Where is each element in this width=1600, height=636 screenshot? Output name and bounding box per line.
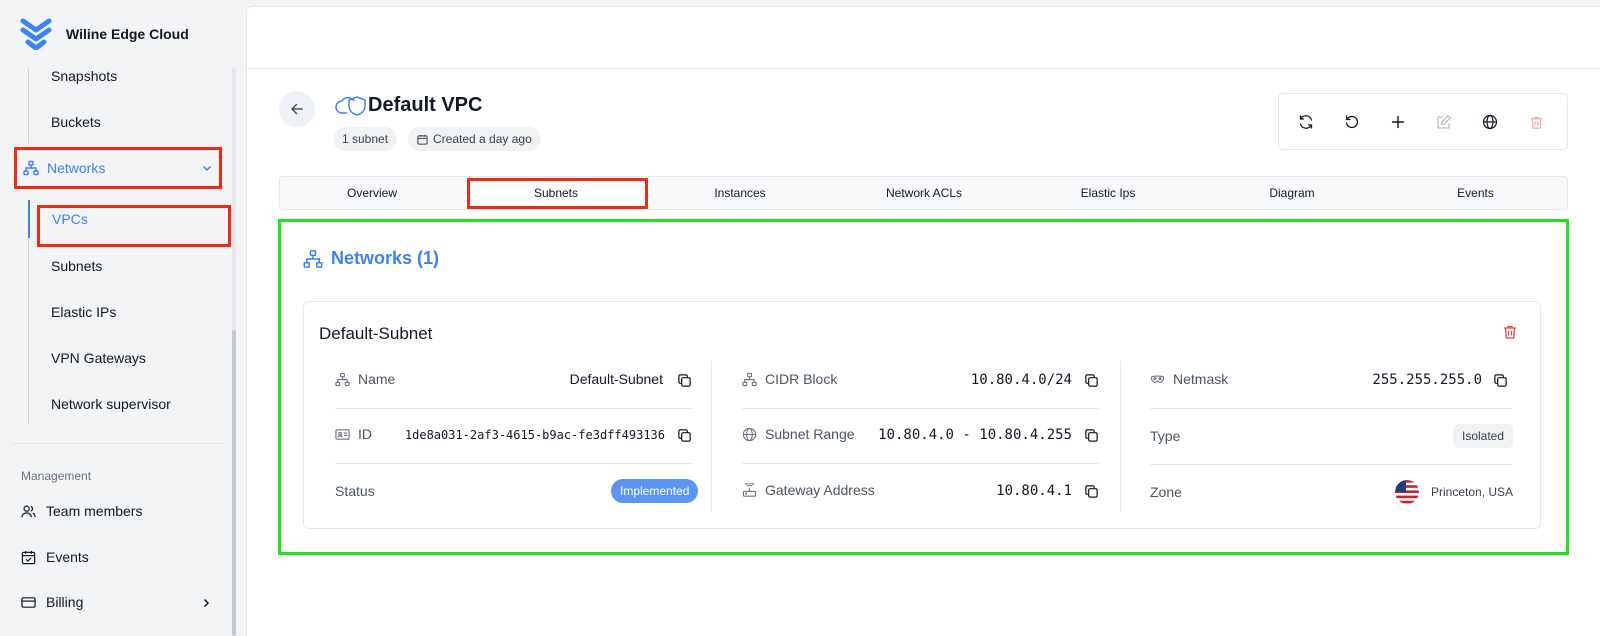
refresh-icon <box>1299 115 1313 129</box>
sidebar-item-subnets[interactable]: Subnets <box>51 258 102 274</box>
app-name: Wiline Edge Cloud <box>66 26 189 42</box>
action-toolbar <box>1278 93 1568 150</box>
page-title-wrap: Default VPC <box>334 93 482 117</box>
sidebar-item-label: Team members <box>46 503 143 519</box>
trash-icon <box>1530 116 1542 129</box>
refresh-button[interactable] <box>1296 112 1316 132</box>
highlight-networks <box>14 147 222 189</box>
nav-tree-line <box>28 68 29 143</box>
page-title: Default VPC <box>368 93 483 116</box>
sidebar-item-vpn-gateways[interactable]: VPN Gateways <box>51 350 146 366</box>
sidebar-item-team-members[interactable]: Team members <box>21 503 142 519</box>
highlight-subnets-tab <box>467 178 648 209</box>
sidebar-item-billing[interactable]: Billing <box>21 594 83 610</box>
sidebar-item-snapshots[interactable]: Snapshots <box>51 68 117 84</box>
plus-icon <box>1391 115 1405 129</box>
sidebar-item-label: Billing <box>46 594 84 610</box>
created-chip: Created a day ago <box>408 127 541 151</box>
reset-button[interactable] <box>1342 112 1362 132</box>
highlight-networks-panel <box>278 219 1569 555</box>
tab-overview[interactable]: Overview <box>280 177 464 209</box>
credit-card-icon <box>21 596 36 608</box>
calendar-check-icon <box>21 550 36 564</box>
wiline-logo-icon <box>20 18 52 50</box>
subnet-count-chip: 1 subnet <box>333 127 398 151</box>
sidebar-item-elastic-ips[interactable]: Elastic IPs <box>51 304 116 320</box>
sidebar-item-label: Events <box>46 549 89 565</box>
sidebar-scrollbar-thumb[interactable] <box>232 330 236 636</box>
globe-icon <box>1482 114 1498 130</box>
arrow-left-icon <box>290 103 303 115</box>
tab-diagram[interactable]: Diagram <box>1200 177 1384 209</box>
section-label-management: Management <box>21 469 92 483</box>
calendar-icon <box>417 134 428 145</box>
users-icon <box>21 505 36 517</box>
edit-icon <box>1437 114 1452 129</box>
brand[interactable]: Wiline Edge Cloud <box>20 18 189 50</box>
highlight-vpcs <box>37 205 231 247</box>
delete-vpc-button[interactable] <box>1526 112 1546 132</box>
edit-button[interactable] <box>1434 112 1454 132</box>
tab-elastic-ips[interactable]: Elastic Ips <box>1016 177 1200 209</box>
sidebar-divider <box>12 443 224 444</box>
add-button[interactable] <box>1388 112 1408 132</box>
active-indicator <box>28 200 30 238</box>
sidebar-item-events[interactable]: Events <box>21 549 89 565</box>
tab-network-acls[interactable]: Network ACLs <box>832 177 1016 209</box>
reset-icon <box>1345 115 1359 129</box>
chip-label: Created a day ago <box>433 132 532 146</box>
sidebar-item-network-supervisor[interactable]: Network supervisor <box>51 396 171 412</box>
topbar-divider <box>246 68 1600 69</box>
chevron-right-icon <box>203 598 210 608</box>
tab-instances[interactable]: Instances <box>648 177 832 209</box>
chip-label: 1 subnet <box>342 132 389 146</box>
vpc-cloud-shield-icon <box>335 96 366 116</box>
sidebar-item-buckets[interactable]: Buckets <box>51 114 101 130</box>
tab-events[interactable]: Events <box>1384 177 1567 209</box>
back-button[interactable] <box>279 91 315 127</box>
sidebar <box>0 0 240 636</box>
globe-button[interactable] <box>1480 112 1500 132</box>
